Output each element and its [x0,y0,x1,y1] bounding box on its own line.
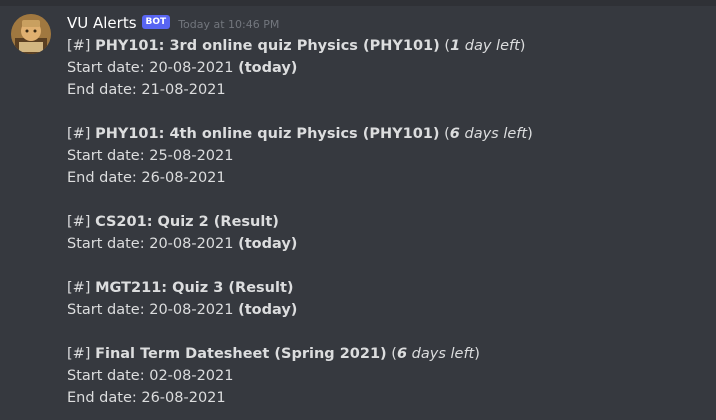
alert-title-line: [#] PHY101: 4th online quiz Physics (PHY… [67,123,707,145]
today-marker: (today) [238,236,298,252]
days-left-number: 6 [396,346,408,362]
days-left: (1 day left) [444,38,526,54]
message-content: [#] PHY101: 3rd online quiz Physics (PHY… [67,35,707,409]
alert-prefix: [#] [67,126,91,142]
end-date-line: End date: 26-08-2021 [67,167,707,189]
alert-title-line: [#] MGT211: Quiz 3 (Result) [67,277,707,299]
alert-prefix: [#] [67,38,91,54]
start-date-line: Start date: 02-08-2021 [67,365,707,387]
end-date: End date: 26-08-2021 [67,170,226,186]
alert-prefix: [#] [67,280,91,296]
message-timestamp[interactable]: Today at 10:46 PM [178,18,279,31]
days-left-number: 6 [449,126,460,142]
bot-badge: BOT [141,15,171,29]
days-left: (6 days left) [391,346,480,362]
alert-title: MGT211: Quiz 3 (Result) [95,280,294,296]
start-date: Start date: 20-08-2021 [67,302,234,318]
start-date-line: Start date: 20-08-2021 (today) [67,299,707,321]
alert-title: CS201: Quiz 2 (Result) [95,214,279,230]
username[interactable]: VU Alerts [67,14,137,32]
end-date: End date: 21-08-2021 [67,82,226,98]
alert-title-line: [#] PHY101: 3rd online quiz Physics (PHY… [67,35,707,57]
start-date: Start date: 20-08-2021 [67,236,234,252]
start-date-line: Start date: 25-08-2021 [67,145,707,167]
alert-title-line: [#] CS201: Quiz 2 (Result) [67,211,707,233]
start-date: Start date: 20-08-2021 [67,60,234,76]
days-left-text: days left [464,126,528,142]
end-date-line: End date: 21-08-2021 [67,79,707,101]
alert-title: PHY101: 3rd online quiz Physics (PHY101) [95,38,440,54]
end-date-line: End date: 26-08-2021 [67,387,707,409]
chat-message: VU Alerts BOT Today at 10:46 PM [#] PHY1… [0,6,716,420]
days-left-number: 1 [450,38,461,54]
today-marker: (today) [238,302,298,318]
start-date-line: Start date: 20-08-2021 (today) [67,57,707,79]
start-date-line: Start date: 20-08-2021 (today) [67,233,707,255]
end-date: End date: 26-08-2021 [67,390,226,406]
days-left: (6 days left) [444,126,533,142]
alert-title: Final Term Datesheet (Spring 2021) [95,346,387,362]
alert-prefix: [#] [67,346,91,362]
days-left-text: days left [411,346,475,362]
bot-avatar-icon[interactable] [11,14,51,54]
start-date: Start date: 25-08-2021 [67,148,234,164]
start-date: Start date: 02-08-2021 [67,368,234,384]
alert-title: PHY101: 4th online quiz Physics (PHY101) [95,126,440,142]
today-marker: (today) [238,60,298,76]
alert-prefix: [#] [67,214,91,230]
alert-title-line: [#] Final Term Datesheet (Spring 2021) (… [67,343,707,365]
days-left-text: day left [464,38,520,54]
message-header: VU Alerts BOT Today at 10:46 PM [67,12,279,34]
